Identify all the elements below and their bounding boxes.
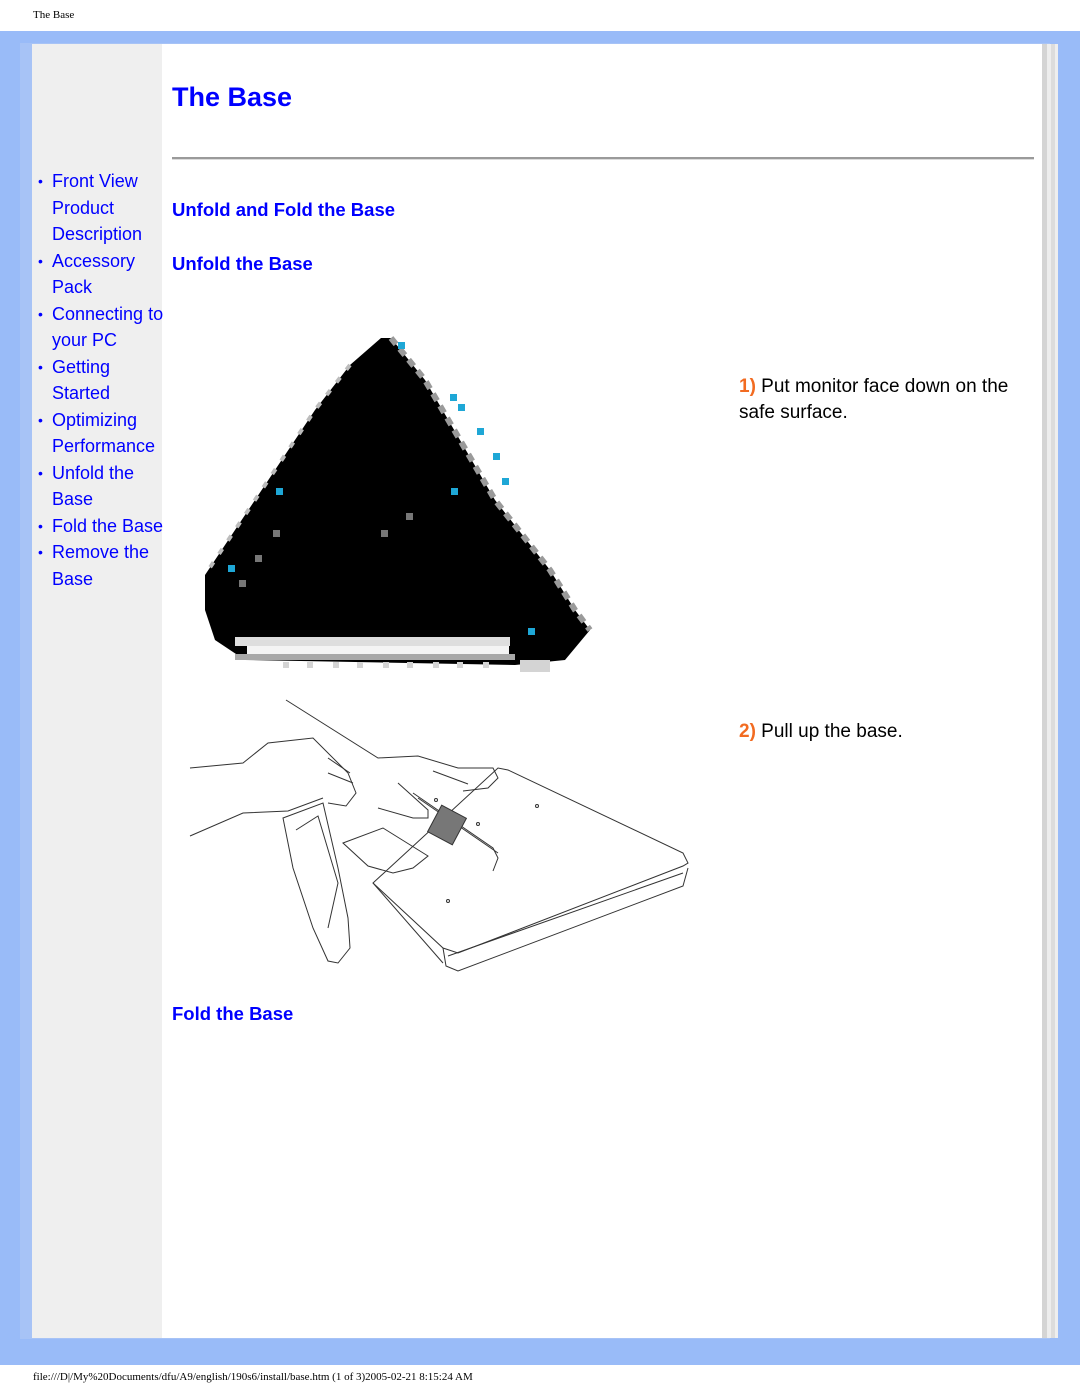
sidebar-item-connecting[interactable]: • Connecting to your PC — [38, 301, 168, 354]
sidebar-item-optimizing[interactable]: • Optimizing Performance — [38, 407, 168, 460]
sidebar-item-front-view[interactable]: • Front View Product Description — [38, 168, 168, 248]
section-heading-fold: Fold the Base — [172, 1003, 294, 1024]
monitor-back-outline — [372, 767, 689, 954]
monitor-silhouette — [205, 338, 590, 665]
sidebar-link[interactable]: Connecting to your PC — [52, 304, 163, 351]
scrollbar-track-edge — [1055, 44, 1058, 1338]
sidebar-nav: • Front View Product Description • Acces… — [38, 168, 168, 592]
finger-lines — [327, 757, 469, 785]
base-stand-inner — [295, 815, 339, 929]
sidebar-link[interactable]: Fold the Base — [52, 516, 163, 536]
bullet-icon: • — [38, 411, 43, 428]
sidebar-item-getting-started[interactable]: • Getting Started — [38, 354, 168, 407]
monitor-edge — [372, 882, 444, 964]
print-footer-url: file:///D|/My%20Documents/dfu/A9/english… — [33, 1371, 473, 1383]
monitor-edge — [442, 867, 689, 972]
bullet-icon: • — [38, 544, 43, 560]
step-2: 2) Pull up the base. — [739, 719, 1029, 745]
sidebar-link[interactable]: Optimizing Performance — [52, 410, 155, 457]
base-stand — [282, 802, 351, 964]
print-header-title: The Base — [33, 9, 75, 21]
step-text: Put monitor face down on the safe surfac… — [739, 376, 1009, 423]
bullet-icon: • — [38, 173, 43, 189]
sidebar-link[interactable]: Front View Product Description — [52, 171, 142, 244]
section-heading-unfold: Unfold the Base — [172, 253, 313, 274]
bullet-icon: • — [38, 305, 43, 322]
sidebar-link[interactable]: Accessory Pack — [52, 251, 135, 298]
monitor-bezel-shadow — [235, 654, 515, 660]
sidebar-item-accessory-pack[interactable]: • Accessory Pack — [38, 248, 168, 301]
monitor-edge — [447, 872, 684, 957]
screw-hole — [535, 804, 539, 808]
left-arm-lower — [189, 797, 324, 837]
page-title: The Base — [172, 82, 293, 112]
sidebar-item-unfold-base[interactable]: • Unfold the Base — [38, 460, 168, 513]
sidebar-item-remove-base[interactable]: • Remove the Base — [38, 539, 168, 592]
left-arm — [189, 737, 357, 807]
divider — [172, 157, 1034, 160]
monitor-bezel-strip — [247, 646, 509, 654]
sidebar-link[interactable]: Getting Started — [52, 357, 110, 404]
bullet-icon: • — [38, 252, 43, 269]
screw-hole — [476, 822, 480, 826]
monitor-bezel-strip — [235, 637, 510, 646]
base-pedal — [342, 827, 429, 874]
hinge-vent — [426, 804, 468, 846]
step-text: Pull up the base. — [755, 721, 903, 742]
sidebar-link[interactable]: Unfold the Base — [52, 463, 134, 510]
right-hand — [377, 782, 429, 819]
monitor-face-down-image — [203, 336, 593, 672]
screw-hole — [434, 798, 438, 802]
sidebar-item-fold-base[interactable]: • Fold the Base — [38, 513, 168, 540]
section-heading-unfold-and-fold: Unfold and Fold the Base — [172, 199, 396, 220]
bullet-icon: • — [38, 464, 43, 481]
step-number: 1) — [739, 376, 756, 397]
right-arm — [285, 699, 499, 792]
sidebar-link[interactable]: Remove the Base — [52, 542, 149, 589]
step-number: 2) — [739, 721, 756, 742]
bullet-icon: • — [38, 358, 43, 375]
bullet-icon: • — [38, 517, 43, 534]
step-1: 1) Put monitor face down on the safe sur… — [739, 374, 1029, 426]
screw-hole — [446, 899, 450, 903]
pull-up-base-illustration — [189, 699, 689, 972]
